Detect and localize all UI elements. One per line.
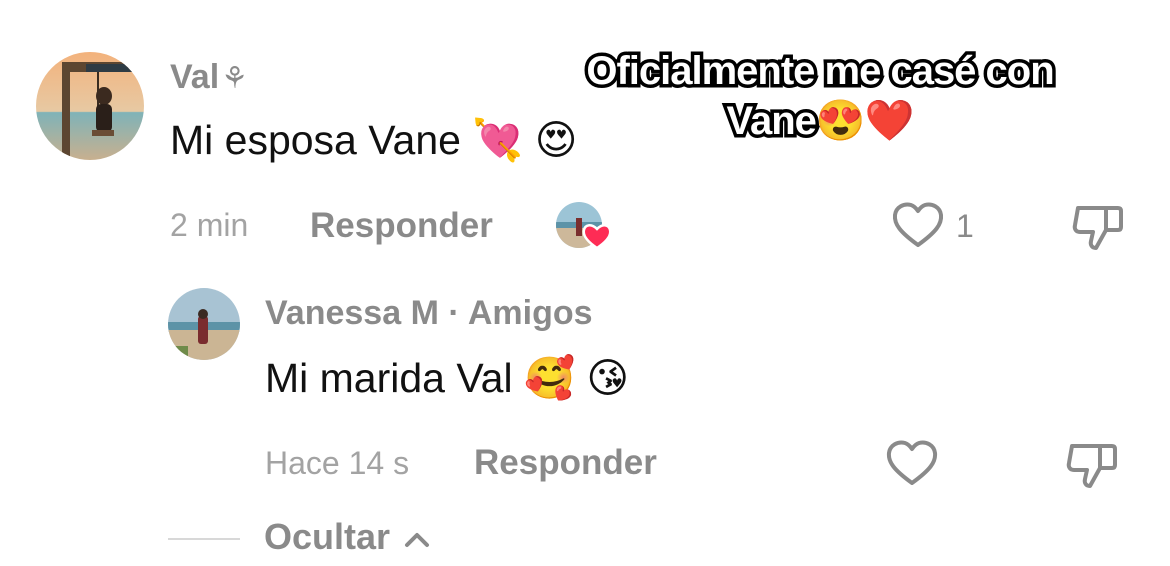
- heart-outline-icon: [892, 202, 944, 247]
- heart-badge-icon: [582, 224, 612, 250]
- dislike-button[interactable]: [1070, 200, 1126, 254]
- reply-username[interactable]: Vanessa M · Amigos: [265, 294, 593, 333]
- thumbs-down-icon: [1066, 444, 1117, 488]
- caption-line-1: Oficialmente me casé con: [583, 46, 1058, 97]
- thumbs-down-icon: [1072, 206, 1123, 250]
- thread-divider: [168, 538, 240, 540]
- reply-reply-button[interactable]: Responder: [474, 443, 657, 483]
- reply-dislike-button[interactable]: [1064, 438, 1120, 492]
- commenter-username[interactable]: Val⚘: [170, 58, 248, 97]
- comment-timestamp: 2 min: [170, 207, 249, 243]
- reply-text: Mi marida Val 🥰 😘: [265, 355, 630, 401]
- reply-button[interactable]: Responder: [310, 206, 493, 246]
- reply-avatar[interactable]: [168, 288, 240, 360]
- comment-text: Mi esposa Vane 💘 😍: [170, 117, 578, 163]
- like-button[interactable]: [890, 200, 946, 250]
- creator-liked-badge: [556, 202, 616, 252]
- chevron-up-icon: [405, 533, 430, 548]
- reply-timestamp: Hace 14 s: [265, 445, 410, 481]
- reply-like-button[interactable]: [884, 438, 940, 488]
- like-count: 1: [956, 208, 974, 244]
- hide-replies-button[interactable]: Ocultar: [264, 516, 430, 558]
- commenter-avatar[interactable]: [36, 52, 144, 160]
- video-caption-overlay: Oficialmente me casé con Vane😍❤️: [520, 46, 1120, 147]
- heart-outline-icon: [886, 440, 938, 485]
- flower-icon: ⚘: [221, 62, 249, 95]
- caption-line-2: Vane😍❤️: [723, 96, 918, 147]
